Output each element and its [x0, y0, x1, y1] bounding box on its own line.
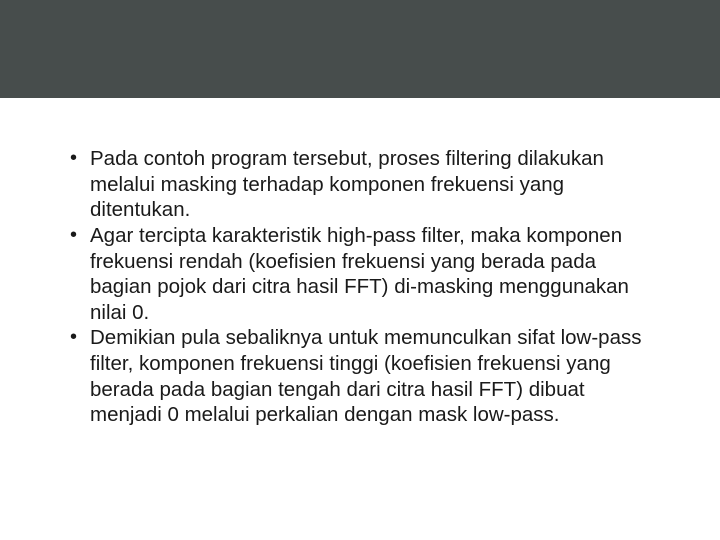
slide-header-bar [0, 0, 720, 98]
list-item: Pada contoh program tersebut, proses fil… [68, 146, 652, 223]
list-item: Agar tercipta karakteristik high-pass fi… [68, 223, 652, 326]
slide-body: Pada contoh program tersebut, proses fil… [0, 98, 720, 428]
list-item: Demikian pula sebaliknya untuk memunculk… [68, 325, 652, 428]
bullet-list: Pada contoh program tersebut, proses fil… [68, 146, 652, 428]
